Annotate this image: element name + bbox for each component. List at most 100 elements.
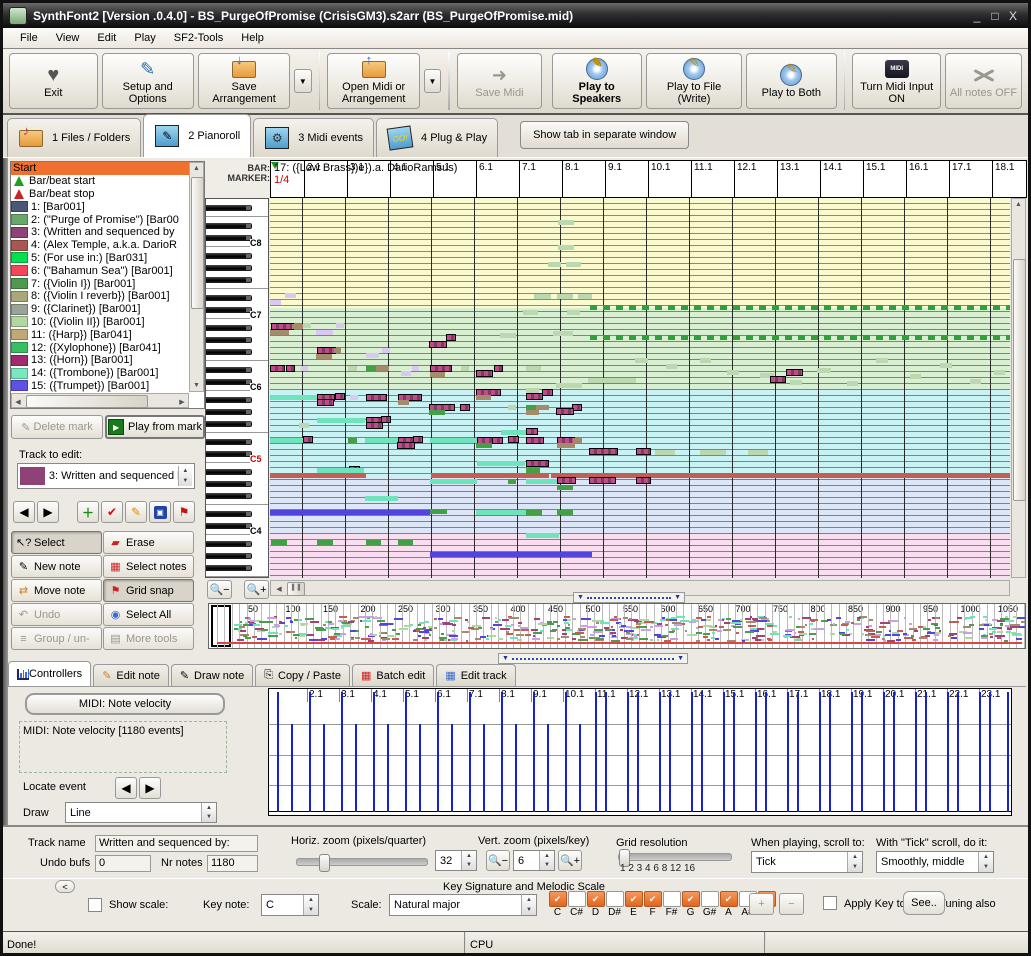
hzoom-value[interactable]: 32▲▼ — [435, 850, 477, 871]
black-key[interactable] — [206, 541, 252, 547]
tool-more-tools[interactable]: ▤More tools — [103, 627, 194, 650]
apply-key-checkbox[interactable] — [823, 896, 837, 910]
velocity-bar[interactable] — [341, 692, 343, 812]
black-key[interactable] — [206, 337, 252, 343]
note-checkbox[interactable]: ✔ — [644, 891, 662, 907]
midi-note[interactable] — [376, 366, 389, 371]
midi-note[interactable] — [270, 300, 281, 305]
minimize-button[interactable]: _ — [968, 9, 986, 23]
midi-note[interactable] — [526, 437, 544, 444]
velocity-bar[interactable] — [669, 692, 671, 812]
midi-note[interactable] — [526, 428, 538, 435]
hzoom-slider[interactable] — [296, 858, 428, 866]
midi-note[interactable] — [790, 380, 802, 385]
black-key[interactable] — [206, 235, 252, 241]
velocity-bar[interactable] — [691, 692, 693, 812]
track-row[interactable]: 5: (For use in:) [Bar031] — [11, 252, 204, 265]
midi-note[interactable] — [429, 341, 447, 348]
midi-note[interactable] — [557, 443, 575, 448]
tool-erase[interactable]: ▰Erase — [103, 531, 194, 554]
midi-note[interactable] — [477, 461, 525, 466]
black-key[interactable] — [206, 295, 252, 301]
black-key[interactable] — [206, 307, 252, 313]
tracklist-hscrollbar[interactable]: ◀ ▶ — [11, 393, 189, 408]
midi-note[interactable] — [316, 354, 332, 359]
play-from-mark-button[interactable]: ▶Play from mark — [105, 415, 205, 439]
midi-note[interactable] — [556, 408, 574, 415]
properties-button[interactable]: ▣ — [149, 501, 171, 523]
scroll-to-combo[interactable]: Tick▲▼ — [751, 851, 863, 873]
midi-note[interactable] — [526, 410, 539, 415]
black-key[interactable] — [206, 265, 252, 271]
note-checkbox[interactable] — [663, 891, 681, 907]
midi-note[interactable] — [317, 540, 333, 545]
show-tab-separate-window-button[interactable]: Show tab in separate window — [520, 121, 689, 149]
black-key[interactable] — [206, 367, 252, 373]
toolbar-save-arrangement[interactable]: ↓Save Arrangement — [198, 53, 290, 109]
track-row[interactable]: 2: ("Purge of Promise") [Bar00 — [11, 213, 204, 226]
piano-keyboard[interactable]: C8C7C6C5C4 — [205, 198, 269, 578]
velocity-bar[interactable] — [515, 724, 517, 812]
velocity-bar[interactable] — [309, 692, 311, 812]
prev-track-button[interactable]: ◀ — [13, 501, 35, 523]
velocity-bar[interactable] — [437, 692, 439, 812]
note-checkbox[interactable]: ✔ — [625, 891, 643, 907]
add-button[interactable]: ＋ — [77, 501, 99, 523]
track-row[interactable]: 7: ({Violin I}) [Bar001] — [11, 277, 204, 290]
midi-note[interactable] — [285, 293, 296, 298]
toolbar-turn-midi-input-on[interactable]: MIDITurn Midi Input ON — [852, 53, 941, 109]
midi-note[interactable] — [270, 438, 303, 443]
track-name-field[interactable]: Written and sequenced by: — [95, 835, 258, 852]
midi-note[interactable] — [770, 376, 786, 383]
midi-note[interactable] — [526, 460, 549, 467]
track-list[interactable]: StartBar/beat startBar/beat stop1: [Bar0… — [10, 161, 205, 409]
midi-note[interactable] — [460, 404, 470, 411]
midi-note[interactable] — [303, 436, 313, 443]
midi-note[interactable] — [508, 436, 519, 443]
vzoom-value[interactable]: 6▲▼ — [513, 850, 555, 871]
midi-note[interactable] — [397, 442, 415, 449]
midi-note[interactable] — [412, 366, 419, 371]
note-checkbox[interactable]: ✔ — [682, 891, 700, 907]
midi-note[interactable] — [365, 438, 398, 443]
track-row[interactable]: Bar/beat start — [11, 175, 204, 188]
midi-note[interactable] — [366, 353, 379, 358]
midi-note[interactable] — [430, 372, 445, 377]
midi-note[interactable] — [366, 394, 387, 401]
tab-3-midi-events[interactable]: ⚙3 Midi events — [253, 118, 374, 157]
black-key[interactable] — [206, 223, 252, 229]
velocity-bar[interactable] — [595, 692, 597, 812]
black-key[interactable] — [206, 481, 252, 487]
midi-note[interactable] — [635, 358, 648, 363]
black-key[interactable] — [206, 379, 252, 385]
dropdown-arrow-button[interactable]: ▼ — [424, 69, 441, 93]
song-overview[interactable]: 5010015020025030035040045050055060065070… — [208, 603, 1026, 649]
tab-4-plug-play[interactable]: GO!4 Plug & Play — [376, 118, 498, 157]
midi-note[interactable] — [476, 510, 526, 515]
midi-note[interactable] — [270, 510, 430, 515]
midi-note[interactable] — [336, 323, 344, 328]
track-row[interactable]: 9: ({Clarinet}) [Bar001] — [11, 303, 204, 316]
edit-button[interactable]: ✎ — [125, 501, 147, 523]
delete-mark-button[interactable]: ✎Delete mark — [11, 415, 103, 439]
midi-note[interactable] — [301, 366, 308, 371]
scale-note-f[interactable]: ✔F — [643, 891, 662, 918]
midi-note[interactable] — [590, 335, 1010, 340]
pianoroll-canvas[interactable] — [270, 198, 1010, 578]
midi-note[interactable] — [446, 334, 456, 341]
midi-note[interactable] — [365, 496, 398, 501]
midi-note[interactable] — [508, 405, 516, 410]
midi-note[interactable] — [526, 479, 558, 484]
dropdown-arrow-button[interactable]: ▼ — [294, 69, 311, 93]
black-key[interactable] — [206, 469, 252, 475]
midi-note[interactable] — [940, 363, 952, 368]
midi-note[interactable] — [501, 430, 526, 435]
menu-play[interactable]: Play — [125, 30, 164, 46]
locate-next-button[interactable]: ▶ — [139, 777, 161, 799]
midi-note[interactable] — [542, 389, 553, 396]
midi-note[interactable] — [553, 331, 573, 336]
velocity-bar[interactable] — [419, 724, 421, 812]
midi-note[interactable] — [317, 399, 334, 406]
midi-note[interactable] — [970, 379, 981, 384]
velocity-bar[interactable] — [659, 692, 661, 812]
